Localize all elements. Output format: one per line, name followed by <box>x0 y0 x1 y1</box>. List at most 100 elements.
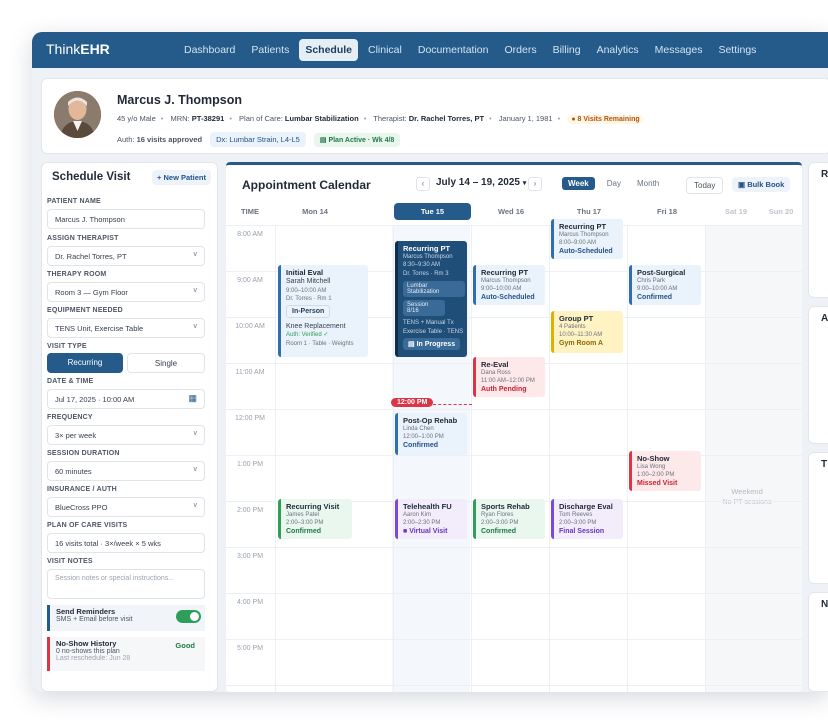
therapist-select[interactable]: Dr. Rachel Torres, PT v <box>47 246 205 266</box>
event-post-surgical[interactable]: Post-Surgical Chris Park 9:00–10:00 AM C… <box>629 265 701 305</box>
grid-column-line <box>705 225 706 692</box>
today-button[interactable]: Today <box>686 177 724 194</box>
new-patient-button[interactable]: + New Patient <box>152 170 211 185</box>
nav-settings[interactable]: Settings <box>712 39 762 61</box>
room-select[interactable]: Room 3 — Gym Floor v <box>47 282 205 302</box>
date-range[interactable]: July 14 – 19, 2025 ▾ <box>436 177 526 188</box>
event-status: Auth Pending <box>481 385 527 393</box>
event-patient: Chris Park <box>637 278 666 284</box>
patient-name-input[interactable]: Marcus J. Thompson <box>47 209 205 229</box>
patient-meta-row2: Auth: 16 visits approved Dx: Lumbar Stra… <box>117 132 401 147</box>
day-header-tue[interactable]: Tue 15 <box>394 203 471 220</box>
poc-visits-input[interactable]: 16 visits total · 3×/week × 5 wks <box>47 533 205 553</box>
stack-icon: ▣ <box>738 180 746 189</box>
reminders-toggle[interactable] <box>176 610 201 623</box>
day-header-mon[interactable]: Mon 14 <box>276 207 354 216</box>
event-recurring-visit[interactable]: Recurring Visit James Patel 2:00–3:00 PM… <box>278 499 352 539</box>
therapist-label: ASSIGN THERAPIST <box>47 235 119 242</box>
event-recurring-pt-thu[interactable]: Recurring PT Marcus Thompson 8:00–9:00 A… <box>551 219 623 259</box>
noshow-line2: Last reschedule: Jun 28 <box>56 655 131 662</box>
prev-week-button[interactable]: ‹ <box>416 177 430 191</box>
event-patient: Lisa Wong <box>637 464 666 470</box>
nav-billing[interactable]: Billing <box>547 39 587 61</box>
nav-dashboard[interactable]: Dashboard <box>178 39 241 61</box>
time-label: 9:00 AM <box>237 277 263 284</box>
datetime-input[interactable]: Jul 17, 2025 · 10:00 AM ▦ <box>47 389 205 409</box>
event-recurring-pt-wed[interactable]: Recurring PT Marcus Thompson 9:00–10:00 … <box>473 265 545 305</box>
poc-chip: Lumbar Stabilization <box>403 281 465 298</box>
event-recurring-pt-current[interactable]: Recurring PT Marcus Thompson 8:30–9:30 A… <box>395 241 467 357</box>
duration-label: SESSION DURATION <box>47 450 120 457</box>
event-status: Virtual Visit <box>409 527 448 535</box>
nav-schedule[interactable]: Schedule <box>299 39 359 61</box>
frequency-select-value: 3× per week <box>55 431 97 440</box>
patient-age-sex: 45 y/o Male <box>117 114 156 123</box>
bulk-book-button[interactable]: ▣ Bulk Book <box>732 177 791 192</box>
view-week[interactable]: Week <box>562 177 595 190</box>
grid-line <box>226 455 802 456</box>
day-header-fri[interactable]: Fri 18 <box>628 207 706 216</box>
nav-messages[interactable]: Messages <box>649 39 709 61</box>
event-patient: James Patel <box>286 512 320 518</box>
event-time: 12:00–1:00 PM <box>403 434 444 441</box>
event-status: In Progress <box>416 340 456 348</box>
weekend-column <box>706 225 802 692</box>
event-initial-eval[interactable]: Initial Eval Sarah Mitchell 9:00–10:00 A… <box>278 265 368 357</box>
date-range-text: July 14 – 19, 2025 <box>436 177 520 188</box>
nav-orders[interactable]: Orders <box>498 39 542 61</box>
plan-status-text: Plan Active · Wk 4/8 <box>328 136 395 144</box>
time-label: 2:00 PM <box>236 507 264 514</box>
patient-dob: January 1, 1981 <box>498 114 553 123</box>
visit-type-single[interactable]: Single <box>127 353 205 373</box>
event-no-show[interactable]: No-Show Lisa Wong 1:00–2:00 PM Missed Vi… <box>629 451 701 491</box>
event-time: 11:00 AM–12:00 PM <box>481 378 535 385</box>
day-header-thu[interactable]: Thu 17 <box>550 207 628 216</box>
auth-value: 16 visits approved <box>136 135 203 144</box>
event-title: Sports Rehab <box>481 502 530 511</box>
patient-name: Marcus J. Thompson <box>117 93 243 107</box>
duration-select-value: 60 minutes <box>55 467 92 476</box>
visit-type-toggle: Recurring Single <box>47 353 205 373</box>
right-panel-1-title: R <box>821 169 828 180</box>
nav-clinical[interactable]: Clinical <box>362 39 408 61</box>
event-post-op-rehab[interactable]: Post-Op Rehab Linda Chen 12:00–1:00 PM C… <box>395 413 467 455</box>
view-day[interactable]: Day <box>603 177 625 190</box>
day-header-wed[interactable]: Wed 16 <box>472 207 550 216</box>
visit-type-recurring[interactable]: Recurring <box>47 353 123 373</box>
event-patient: Ryan Flores <box>481 512 514 518</box>
event-time: 2:00–3:00 PM <box>559 520 597 527</box>
event-discharge-eval[interactable]: Discharge Eval Tom Reeves 2:00–3:00 PM F… <box>551 499 623 539</box>
view-month[interactable]: Month <box>633 177 663 190</box>
room-label: THERAPY ROOM <box>47 271 107 278</box>
event-patient: Linda Chen <box>403 426 434 432</box>
frequency-select[interactable]: 3× per week v <box>47 425 205 445</box>
event-telehealth[interactable]: Telehealth FU Aaron Kim 2:00–2:30 PM ■ V… <box>395 499 467 539</box>
event-status: Confirmed <box>637 293 672 301</box>
poc-label: Plan of Care: <box>239 114 283 123</box>
nav-analytics[interactable]: Analytics <box>591 39 645 61</box>
time-label: 10:00 AM <box>235 323 265 330</box>
equipment-select-value: TENS Unit, Exercise Table <box>55 324 144 333</box>
app-logo[interactable]: ThinkEHR <box>46 41 110 57</box>
send-reminders-row: Send Reminders SMS + Email before visit <box>47 605 205 631</box>
next-week-button[interactable]: › <box>528 177 542 191</box>
day-header-sun[interactable]: Sun 20 <box>760 207 802 216</box>
grid-column-line <box>275 225 276 692</box>
event-title: Recurring PT <box>559 222 607 231</box>
event-status: Gym Room A <box>559 339 604 347</box>
nav-patients[interactable]: Patients <box>245 39 295 61</box>
event-group-pt[interactable]: Group PT 4 Patients 10:00–11:30 AM Gym R… <box>551 311 623 353</box>
event-re-eval[interactable]: Re-Eval Dana Ross 11:00 AM–12:00 PM Auth… <box>473 357 545 397</box>
event-auth: Auth: Verified ✓ <box>286 332 329 339</box>
event-sports-rehab[interactable]: Sports Rehab Ryan Flores 2:00–3:00 PM Co… <box>473 499 545 539</box>
duration-select[interactable]: 60 minutes v <box>47 461 205 481</box>
day-header-sat[interactable]: Sat 19 <box>706 207 766 216</box>
insurance-select[interactable]: BlueCross PPO v <box>47 497 205 517</box>
event-time: 9:00–10:00 AM <box>286 287 327 294</box>
calendar-icon[interactable]: ▦ <box>188 393 197 404</box>
event-title: Post-Op Rehab <box>403 416 458 425</box>
equipment-select[interactable]: TENS Unit, Exercise Table v <box>47 318 205 338</box>
nav-documentation[interactable]: Documentation <box>412 39 495 61</box>
event-patient: Sarah Mitchell <box>286 278 331 285</box>
visit-notes-textarea[interactable]: Session notes or special instructions... <box>47 569 205 599</box>
